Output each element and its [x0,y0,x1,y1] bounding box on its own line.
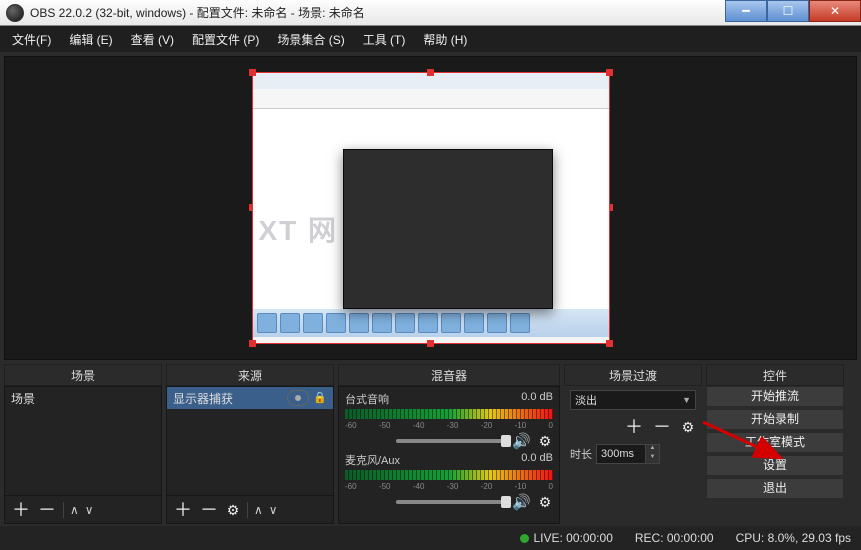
exit-button[interactable]: 退出 [706,478,844,499]
transitions-panel: 场景过渡 淡出 ▼ ＋ － ⚙ 时长 300ms ▲▼ [564,364,702,524]
window-maximize-button[interactable]: ☐ [767,0,809,22]
captured-content: XT 网 [253,109,609,309]
visibility-toggle-icon[interactable] [287,390,309,406]
mixer-channel-name: 麦克风/Aux [345,452,400,468]
window-titlebar: OBS 22.0.2 (32-bit, windows) - 配置文件: 未命名… [0,0,861,26]
settings-button[interactable]: 设置 [706,455,844,476]
sources-header: 来源 [166,364,334,386]
resize-handle[interactable] [606,69,613,76]
remove-scene-button[interactable]: － [37,501,57,519]
status-bar: LIVE: 00:00:00 REC: 00:00:00 CPU: 8.0%, … [0,526,861,550]
captured-browser-chrome [253,73,609,109]
mixer-panel: 混音器 台式音响 0.0 dB -60-50-40-30-20-100 🔊 ⚙ … [338,364,560,524]
add-source-button[interactable]: ＋ [173,501,193,519]
sources-panel: 来源 显示器捕获 🔒 ＋ － ⚙ ∧ ∨ [166,364,334,524]
source-label: 显示器捕获 [173,390,233,407]
menu-scene-collection[interactable]: 场景集合 (S) [269,28,352,51]
preview-canvas[interactable]: XT 网 [4,56,857,360]
mixer-channel: 麦克风/Aux 0.0 dB -60-50-40-30-20-100 🔊 ⚙ [339,450,559,511]
menu-profile[interactable]: 配置文件 (P) [184,28,267,51]
source-settings-button[interactable]: ⚙ [225,502,241,518]
resize-handle[interactable] [249,340,256,347]
chevron-down-icon: ▼ [682,395,691,405]
transitions-body: 淡出 ▼ ＋ － ⚙ 时长 300ms ▲▼ [564,386,702,524]
mixer-settings-icon[interactable]: ⚙ [537,494,553,510]
studio-mode-button[interactable]: 工作室模式 [706,432,844,453]
source-item[interactable]: 显示器捕获 🔒 [167,387,333,409]
sources-list[interactable]: 显示器捕获 🔒 [166,386,334,496]
menu-view[interactable]: 查看 (V) [123,28,182,51]
transition-dropdown[interactable]: 淡出 ▼ [570,390,696,410]
start-recording-button[interactable]: 开始录制 [706,409,844,430]
duration-label: 时长 [570,446,592,462]
menu-bar: 文件(F) 编辑 (E) 查看 (V) 配置文件 (P) 场景集合 (S) 工具… [0,26,861,52]
window-title: OBS 22.0.2 (32-bit, windows) - 配置文件: 未命名… [30,4,365,21]
remove-source-button[interactable]: － [199,501,219,519]
speaker-icon[interactable]: 🔊 [512,432,531,450]
transition-selected: 淡出 [575,392,597,408]
add-scene-button[interactable]: ＋ [11,501,31,519]
status-cpu: CPU: 8.0%, 29.03 fps [736,531,851,545]
resize-handle[interactable] [249,69,256,76]
captured-taskbar [253,309,609,337]
volume-slider[interactable] [396,500,506,504]
resize-handle[interactable] [427,69,434,76]
mixer-channel-db: 0.0 dB [521,391,553,407]
source-up-button[interactable]: ∧ [254,503,263,517]
volume-slider[interactable] [396,439,506,443]
mixer-body: 台式音响 0.0 dB -60-50-40-30-20-100 🔊 ⚙ 麦克风/… [338,386,560,524]
source-down-button[interactable]: ∨ [269,503,278,517]
mixer-channel-name: 台式音响 [345,391,389,407]
menu-file[interactable]: 文件(F) [4,28,59,51]
menu-help[interactable]: 帮助 (H) [415,28,475,51]
mixer-channel: 台式音响 0.0 dB -60-50-40-30-20-100 🔊 ⚙ [339,389,559,450]
watermark-text: XT 网 [259,209,339,249]
menu-edit[interactable]: 编辑 (E) [61,28,120,51]
controls-header: 控件 [706,364,844,386]
window-close-button[interactable]: ✕ [809,0,861,22]
selected-source-bounds[interactable]: XT 网 [252,72,610,344]
audio-meter [345,470,553,480]
status-rec: REC: 00:00:00 [635,531,714,545]
duration-value: 300ms [601,448,634,460]
speaker-icon[interactable]: 🔊 [512,493,531,511]
start-streaming-button[interactable]: 开始推流 [706,386,844,407]
transition-settings-icon[interactable]: ⚙ [680,419,696,435]
spin-down-icon[interactable]: ▼ [645,454,659,463]
audio-meter [345,409,553,419]
scenes-header: 场景 [4,364,162,386]
scenes-list[interactable]: 场景 [4,386,162,496]
live-indicator-icon [520,534,529,543]
scenes-panel: 场景 场景 ＋ － ∧ ∨ [4,364,162,524]
controls-panel: 控件 开始推流 开始录制 工作室模式 设置 退出 [706,364,844,524]
window-minimize-button[interactable]: ━ [725,0,767,22]
mixer-settings-icon[interactable]: ⚙ [537,433,553,449]
mixer-header: 混音器 [338,364,560,386]
scene-item[interactable]: 场景 [5,387,161,409]
mixer-channel-db: 0.0 dB [521,452,553,468]
nested-obs-window [343,149,553,309]
resize-handle[interactable] [427,340,434,347]
scene-up-button[interactable]: ∧ [70,503,79,517]
remove-transition-button[interactable]: － [652,418,672,436]
app-icon [6,4,24,22]
scene-down-button[interactable]: ∨ [85,503,94,517]
add-transition-button[interactable]: ＋ [624,418,644,436]
lock-icon[interactable]: 🔒 [313,391,327,405]
resize-handle[interactable] [606,340,613,347]
menu-tools[interactable]: 工具 (T) [355,28,414,51]
transitions-header: 场景过渡 [564,364,702,386]
duration-spinbox[interactable]: 300ms ▲▼ [596,444,660,464]
spin-up-icon[interactable]: ▲ [645,445,659,454]
status-live: LIVE: 00:00:00 [520,531,612,545]
